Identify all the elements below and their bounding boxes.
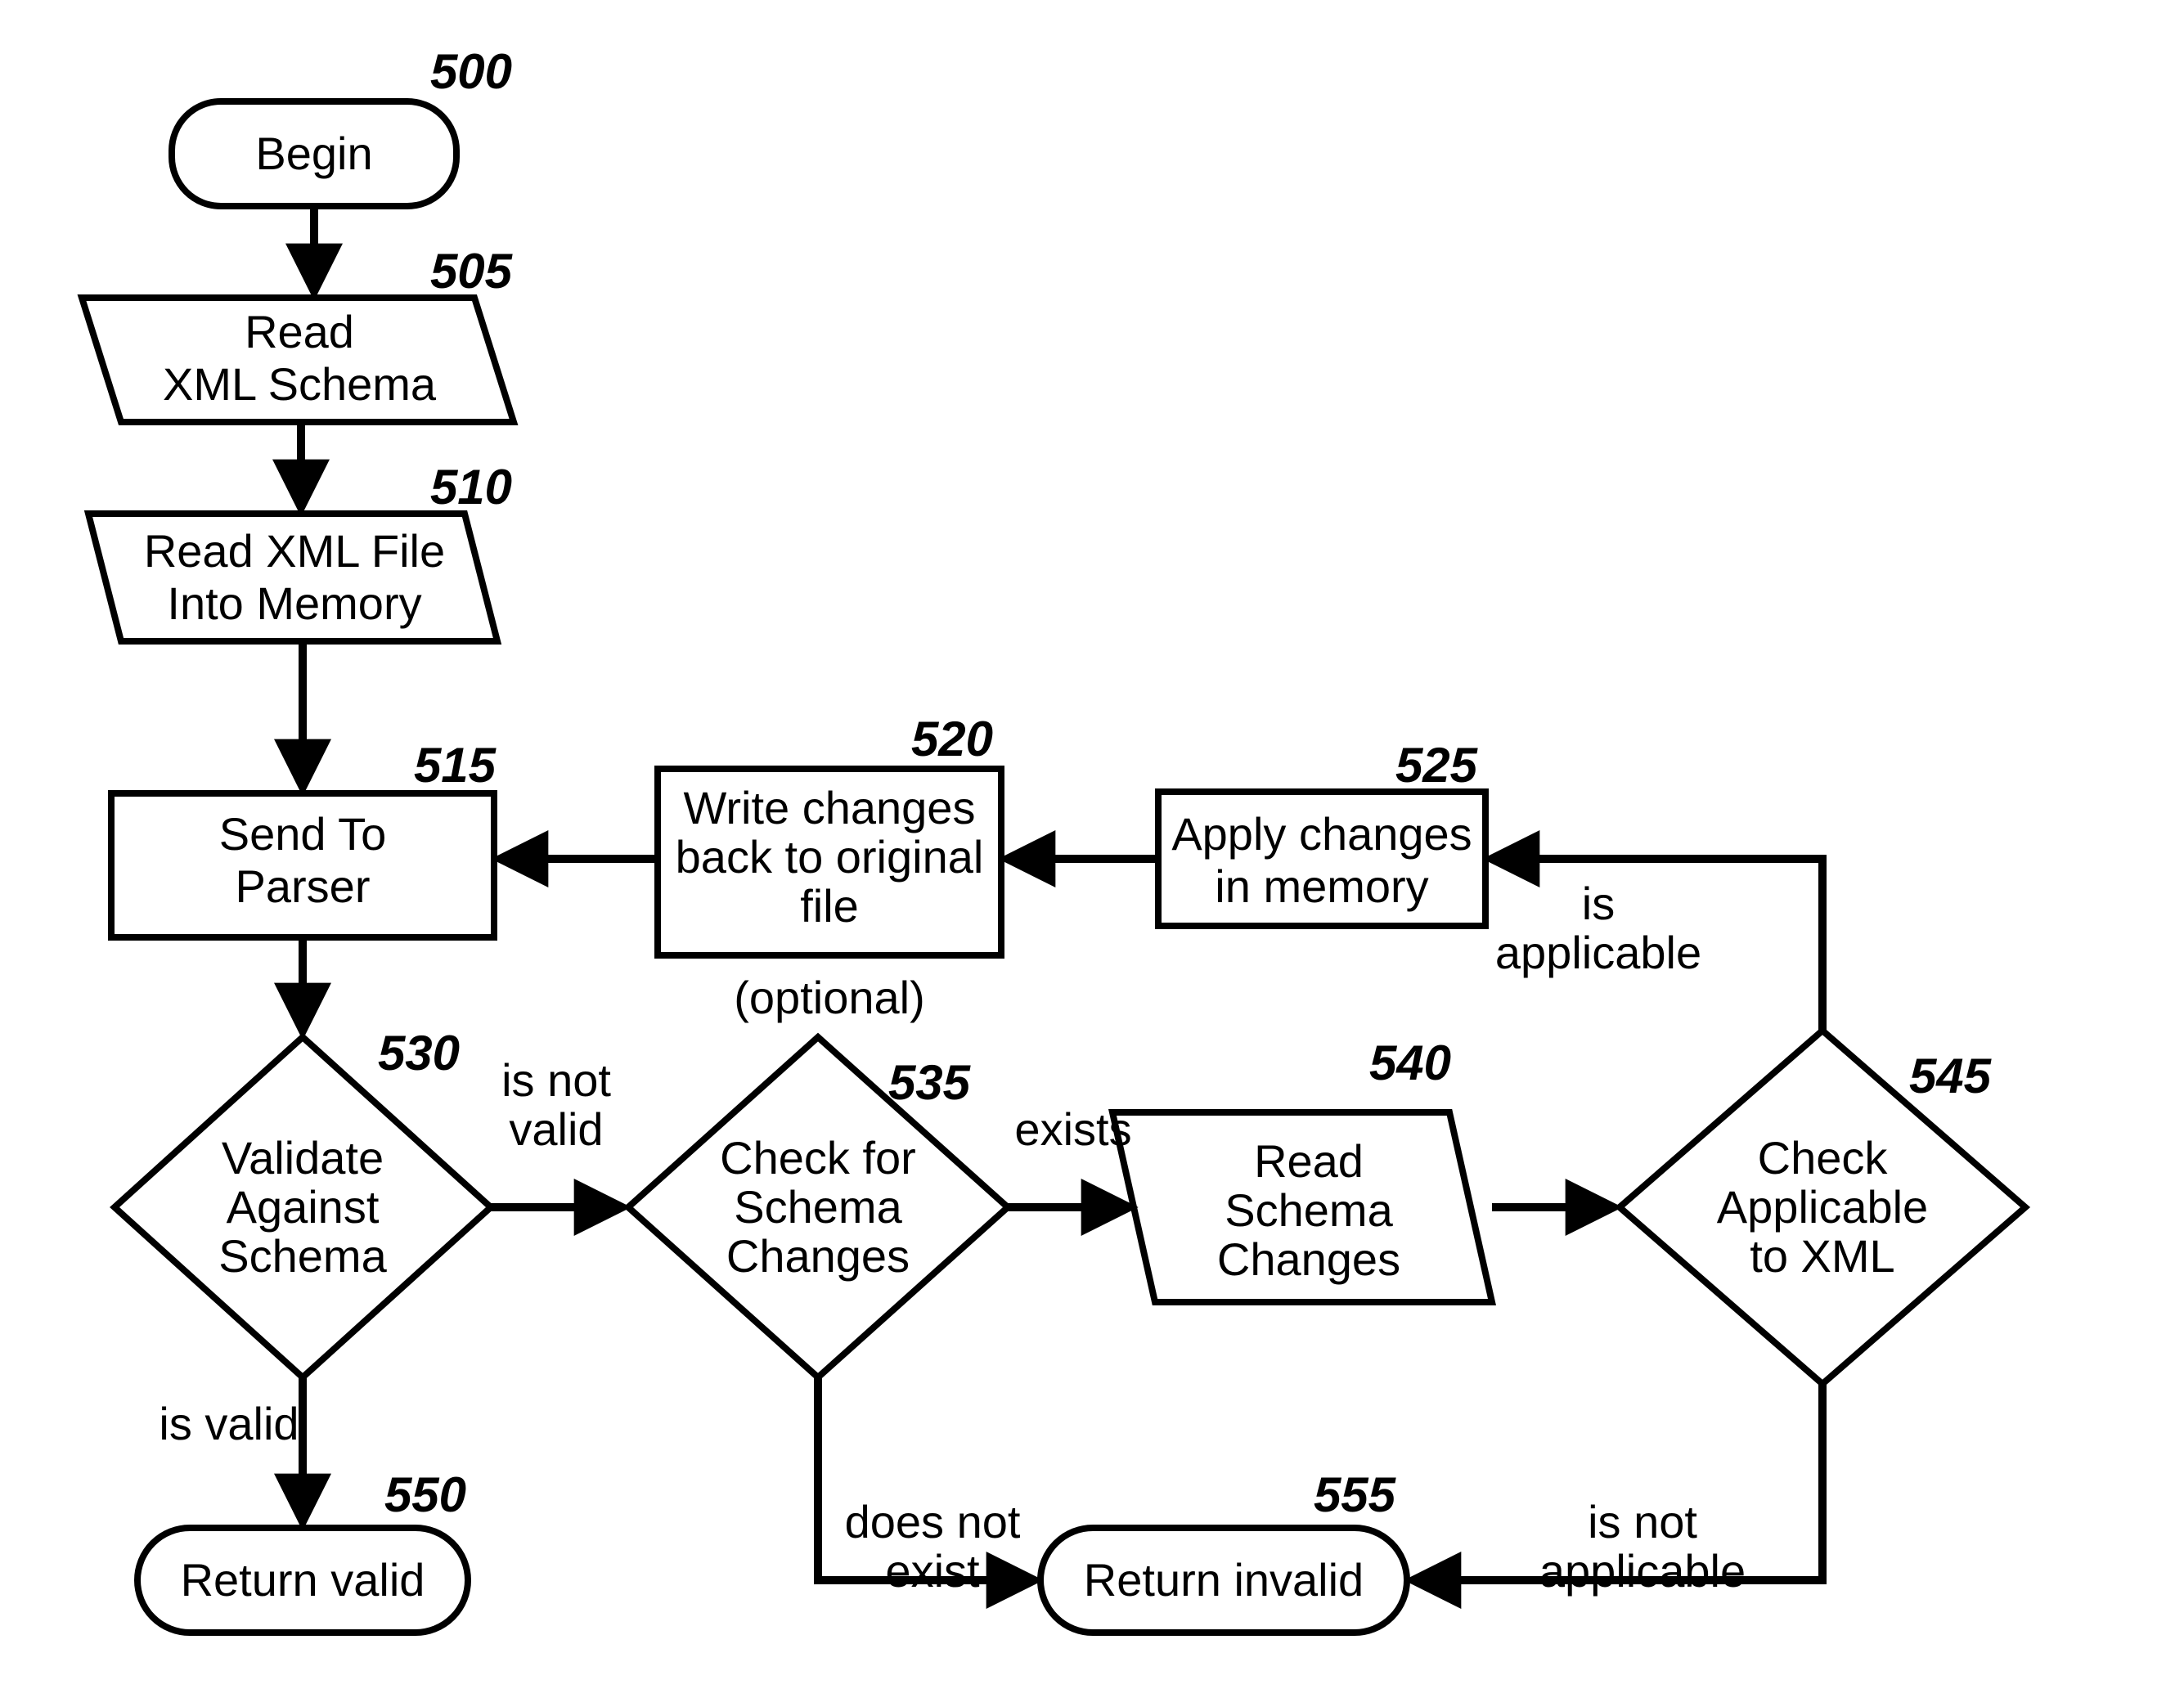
read-label-1: Read [245,306,354,357]
ref-530: 530 [378,1026,460,1080]
node-read-schema: Read XML Schema 505 [82,244,514,422]
checksc-label-3: Changes [726,1230,910,1282]
ret-valid-label: Return valid [181,1554,425,1606]
edge-label-napp-2: applicable [1539,1545,1746,1597]
apply-label-2: in memory [1215,860,1428,912]
ref-515: 515 [414,738,497,793]
write-label-1: Write changes [684,782,976,833]
validate-label-1: Validate [222,1132,384,1184]
node-apply-changes: Apply changes in memory 525 [1158,738,1485,926]
write-sub: (optional) [734,972,924,1023]
node-check-applicable: Check Applicable to XML 545 [1620,1031,2025,1384]
validate-label-3: Schema [218,1230,387,1282]
ref-550: 550 [384,1467,466,1522]
readfile-label-2: Into Memory [167,577,421,629]
edge-label-dne-2: exist [885,1545,980,1597]
read-label-2: XML Schema [163,358,437,410]
edge-label-app-1: is [1582,878,1615,929]
readsc-label-3: Changes [1217,1233,1400,1285]
flowchart: Begin 500 Read XML Schema 505 Read XML F… [0,0,2184,1698]
ref-555: 555 [1314,1467,1397,1522]
edge-label-dne-1: does not [845,1496,1021,1548]
ref-545: 545 [1909,1049,1993,1103]
readsc-label-2: Schema [1225,1184,1393,1236]
edge-label-exists: exists [1014,1103,1131,1155]
edge-label-is-not-1: is not [501,1054,611,1106]
ref-510: 510 [430,460,512,514]
readsc-label-1: Read [1254,1135,1364,1187]
edge-label-is-not-2: valid [509,1103,603,1155]
ref-535: 535 [888,1055,972,1110]
ref-540: 540 [1369,1035,1451,1090]
readfile-label-1: Read XML File [144,525,445,577]
write-label-2: back to original [676,831,984,883]
apply-label-1: Apply changes [1171,808,1472,860]
edge-label-napp-1: is not [1588,1496,1697,1548]
begin-label: Begin [255,128,372,179]
validate-label-2: Against [227,1181,380,1233]
checkapp-label-2: Applicable [1717,1181,1928,1233]
ref-525: 525 [1395,738,1479,793]
node-check-schema-changes: Check for Schema Changes 535 [628,1037,1008,1377]
ref-505: 505 [430,244,514,299]
node-read-schema-changes: Read Schema Changes 540 [1112,1035,1492,1302]
ref-520: 520 [911,712,993,766]
edge-label-is-valid: is valid [159,1398,299,1449]
checksc-label-2: Schema [734,1181,902,1233]
ref-500: 500 [430,44,512,99]
node-begin: Begin 500 [172,44,512,206]
send-label-2: Parser [236,860,371,912]
ret-invalid-label: Return invalid [1084,1554,1364,1606]
checksc-label-1: Check for [720,1132,916,1184]
checkapp-label-3: to XML [1750,1230,1894,1282]
send-label-1: Send To [219,808,386,860]
edge-label-app-2: applicable [1495,927,1701,978]
node-return-invalid: Return invalid 555 [1040,1467,1407,1633]
checkapp-label-1: Check [1758,1132,1889,1184]
node-validate: Validate Against Schema 530 [115,1026,491,1377]
node-write-changes: Write changes back to original file (opt… [658,712,1001,1023]
write-label-3: file [800,880,859,932]
